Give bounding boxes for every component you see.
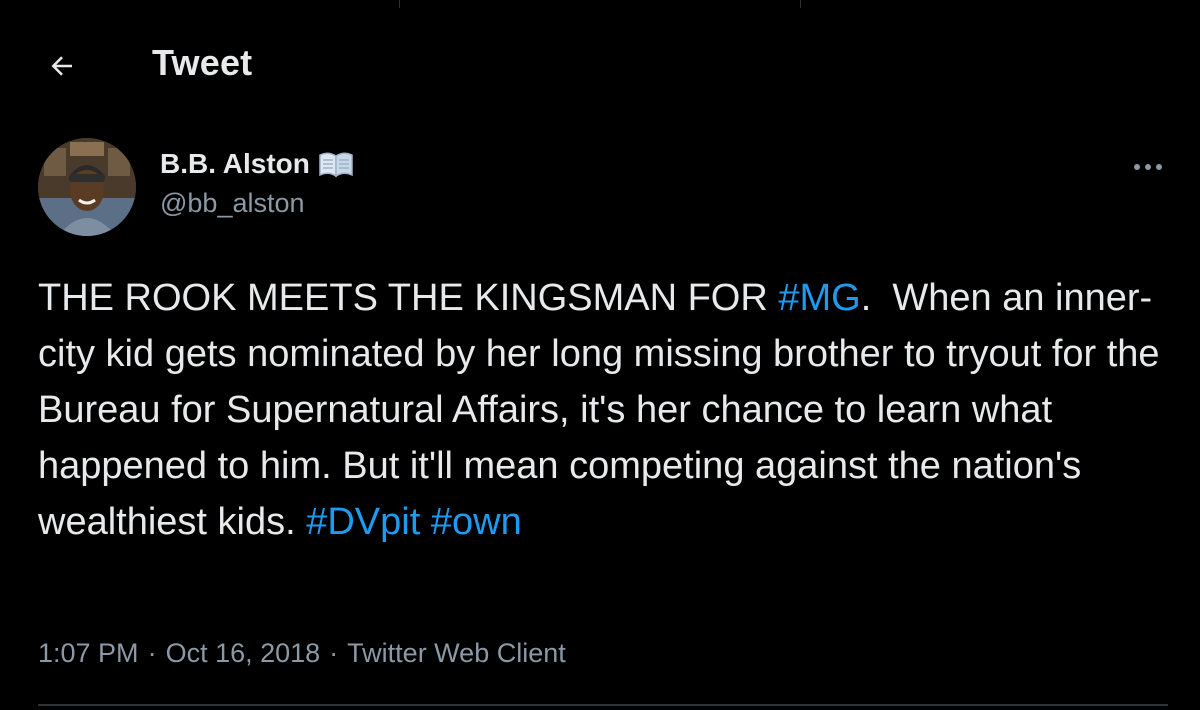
avatar[interactable] xyxy=(38,138,136,236)
browser-tab-strip xyxy=(0,0,1200,8)
tab-segment xyxy=(801,0,1200,8)
author-name-line: B.B. Alston xyxy=(160,148,354,180)
tweet-author: B.B. Alston @bb_alston xyxy=(38,138,1168,238)
tweet-client[interactable]: Twitter Web Client xyxy=(347,638,566,669)
arrow-left-icon xyxy=(51,56,72,76)
tweet-text-segment: THE ROOK MEETS THE KINGSMAN FOR xyxy=(38,277,779,319)
back-button[interactable] xyxy=(40,44,84,88)
open-book-icon xyxy=(318,150,354,178)
more-options-button[interactable] xyxy=(1128,152,1168,182)
meta-separator: · xyxy=(147,638,157,668)
divider xyxy=(38,704,1168,706)
page-header: Tweet xyxy=(0,30,1200,96)
page-title: Tweet xyxy=(152,42,253,83)
tweet-text: THE ROOK MEETS THE KINGSMAN FOR #MG. Whe… xyxy=(38,270,1168,550)
hashtag-link-mg[interactable]: #MG xyxy=(778,277,860,319)
tweet-date[interactable]: Oct 16, 2018 xyxy=(166,638,321,669)
tab-segment xyxy=(0,0,401,8)
meta-separator: · xyxy=(329,638,339,668)
hashtag-link-own[interactable]: #own xyxy=(431,501,522,543)
author-handle[interactable]: @bb_alston xyxy=(160,188,305,219)
tweet-time[interactable]: 1:07 PM xyxy=(38,638,139,669)
tweet-meta: 1:07 PM · Oct 16, 2018 · Twitter Web Cli… xyxy=(38,638,566,669)
more-horizontal-icon xyxy=(1134,164,1162,170)
avatar-photo-icon xyxy=(38,138,136,236)
tab-segment xyxy=(400,0,801,8)
hashtag-link-dvpit[interactable]: #DVpit xyxy=(306,501,420,543)
author-name[interactable]: B.B. Alston xyxy=(160,148,310,180)
